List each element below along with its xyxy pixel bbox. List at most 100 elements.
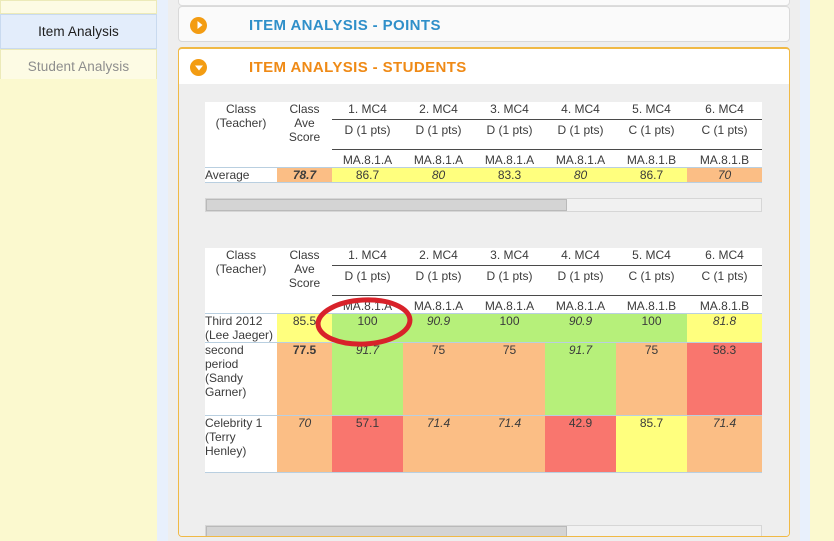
question-3-answer: D (1 pts) xyxy=(474,119,545,137)
question-5-number: 5. MC4 xyxy=(632,102,671,116)
student-row-1-label: Third 2012 (Lee Jaeger) xyxy=(205,313,277,343)
header-question-1: 1. MC4 D (1 pts) MA.8.1.A xyxy=(332,102,403,168)
student-row-2-q2: 75 xyxy=(403,342,474,416)
s-question-6-answer: C (1 pts) xyxy=(687,265,762,283)
students-table: Class (Teacher) Class Ave Score 1. MC4 D… xyxy=(205,248,762,473)
average-table-head: Class (Teacher) Class Ave Score 1. MC4 D… xyxy=(205,102,762,168)
s-question-2-gap xyxy=(403,283,474,292)
accordion-title-points: ITEM ANALYSIS - POINTS xyxy=(249,16,441,34)
header-class-line1: Class xyxy=(225,102,256,116)
header-class-ave-score: Class Ave Score xyxy=(277,102,332,168)
s-header-question-1: 1. MC4 D (1 pts) MA.8.1.A xyxy=(332,248,403,314)
question-4-standard: MA.8.1.A xyxy=(545,149,616,167)
header-ave-line3: Score xyxy=(288,130,321,144)
s-question-5-answer: C (1 pts) xyxy=(616,265,687,283)
student-row-2-q1: 91.7 xyxy=(332,342,403,416)
header-question-4: 4. MC4 D (1 pts) MA.8.1.A xyxy=(545,102,616,168)
table-row: Third 2012 (Lee Jaeger) 85.5 100 90.9 10… xyxy=(205,313,762,343)
average-cell-q2: 80 xyxy=(403,167,474,183)
s-question-2-standard: MA.8.1.A xyxy=(403,295,474,313)
header-question-2: 2. MC4 D (1 pts) MA.8.1.A xyxy=(403,102,474,168)
table-row: Celebrity 1 (Terry Henley) 70 57.1 71.4 … xyxy=(205,415,762,473)
s-question-3-answer: D (1 pts) xyxy=(474,265,545,283)
accordion-header-students[interactable]: ITEM ANALYSIS - STUDENTS xyxy=(179,49,789,85)
s-question-4-gap xyxy=(545,283,616,292)
average-cell-q6: 70 xyxy=(687,167,762,183)
s-header-ave-line1: Class xyxy=(289,248,320,262)
question-2-answer: D (1 pts) xyxy=(403,119,474,137)
students-table-head: Class (Teacher) Class Ave Score 1. MC4 D… xyxy=(205,248,762,314)
question-5-gap xyxy=(616,137,687,146)
question-2-gap xyxy=(403,137,474,146)
question-1-standard: MA.8.1.A xyxy=(332,149,403,167)
s-question-4-number: 4. MC4 xyxy=(561,248,600,262)
question-1-answer: D (1 pts) xyxy=(332,119,403,137)
question-6-gap xyxy=(687,137,762,146)
student-row-3-q3: 71.4 xyxy=(474,415,545,473)
s-question-6-number: 6. MC4 xyxy=(705,248,744,262)
app-screen: Item Analysis Student Analysis ITEM ANAL… xyxy=(0,0,834,541)
sidebar-item-student-analysis-label: Student Analysis xyxy=(27,59,130,74)
s-question-3-gap xyxy=(474,283,545,292)
average-table-header-row: Class (Teacher) Class Ave Score 1. MC4 D… xyxy=(205,102,762,168)
student-row-2-q6: 58.3 xyxy=(687,342,762,416)
s-question-1-number: 1. MC4 xyxy=(348,248,387,262)
s-header-question-2: 2. MC4 D (1 pts) MA.8.1.A xyxy=(403,248,474,314)
question-2-number: 2. MC4 xyxy=(419,102,458,116)
student-row-1-q4: 90.9 xyxy=(545,313,616,343)
question-3-gap xyxy=(474,137,545,146)
student-row-2-label: second period (Sandy Garner) xyxy=(205,342,277,416)
chevron-down-icon[interactable] xyxy=(190,58,207,76)
question-6-answer: C (1 pts) xyxy=(687,119,762,137)
sidebar-item-partial[interactable] xyxy=(0,0,157,14)
average-table-hscroll-thumb[interactable] xyxy=(206,199,567,211)
question-4-gap xyxy=(545,137,616,146)
students-table-hscrollbar[interactable] xyxy=(205,525,762,536)
s-question-2-number: 2. MC4 xyxy=(419,248,458,262)
sidebar-content-gutter xyxy=(157,0,168,541)
student-row-2-teacher: (Sandy Garner) xyxy=(205,371,247,399)
student-row-3-q5: 85.7 xyxy=(616,415,687,473)
average-cell-q5: 86.7 xyxy=(616,167,687,183)
question-1-gap xyxy=(332,137,403,146)
question-2-standard: MA.8.1.A xyxy=(403,149,474,167)
student-row-1-q6: 81.8 xyxy=(687,313,762,343)
s-header-question-6: 6. MC4 C (1 pts) MA.8.1.B xyxy=(687,248,762,314)
accordion-header-points[interactable]: ITEM ANALYSIS - POINTS xyxy=(179,7,789,43)
student-row-2-q4: 91.7 xyxy=(545,342,616,416)
s-question-6-standard: MA.8.1.B xyxy=(687,295,762,313)
average-table-hscrollbar[interactable] xyxy=(205,198,762,212)
sidebar-item-item-analysis[interactable]: Item Analysis xyxy=(0,14,157,49)
question-4-answer: D (1 pts) xyxy=(545,119,616,137)
question-5-answer: C (1 pts) xyxy=(616,119,687,137)
s-question-4-standard: MA.8.1.A xyxy=(545,295,616,313)
students-table-hscroll-thumb[interactable] xyxy=(206,526,567,536)
question-3-standard: MA.8.1.A xyxy=(474,149,545,167)
table-row: second period (Sandy Garner) 77.5 91.7 7… xyxy=(205,342,762,416)
s-question-5-standard: MA.8.1.B xyxy=(616,295,687,313)
header-ave-line2: Ave xyxy=(294,116,315,130)
average-row-ave: 78.7 xyxy=(277,167,332,183)
students-table-body: Third 2012 (Lee Jaeger) 85.5 100 90.9 10… xyxy=(205,313,762,473)
s-question-5-number: 5. MC4 xyxy=(632,248,671,262)
question-1-number: 1. MC4 xyxy=(348,102,387,116)
student-row-3-q6: 71.4 xyxy=(687,415,762,473)
student-row-2-ave: 77.5 xyxy=(277,342,332,416)
average-table: Class (Teacher) Class Ave Score 1. MC4 D… xyxy=(205,102,762,183)
table-row: Average 78.7 86.7 80 83.3 80 86.7 70 xyxy=(205,167,762,183)
accordion-body-students: Class (Teacher) Class Ave Score 1. MC4 D… xyxy=(179,84,789,536)
question-3-number: 3. MC4 xyxy=(490,102,529,116)
accordion-item-analysis-points[interactable]: ITEM ANALYSIS - POINTS xyxy=(178,6,790,42)
student-row-3-q4: 42.9 xyxy=(545,415,616,473)
student-row-3-q1: 57.1 xyxy=(332,415,403,473)
chevron-right-icon[interactable] xyxy=(190,16,207,34)
student-row-1-q5: 100 xyxy=(616,313,687,343)
students-table-wrapper: Class (Teacher) Class Ave Score 1. MC4 D… xyxy=(205,248,762,473)
s-header-question-4: 4. MC4 D (1 pts) MA.8.1.A xyxy=(545,248,616,314)
student-row-3-q2: 71.4 xyxy=(403,415,474,473)
student-row-3-teacher: (Terry Henley) xyxy=(205,430,247,458)
student-row-3-class: Celebrity 1 xyxy=(205,416,263,430)
student-row-1-class: Third 2012 xyxy=(205,314,263,328)
left-sidebar: Item Analysis Student Analysis xyxy=(0,0,157,541)
s-question-3-number: 3. MC4 xyxy=(490,248,529,262)
